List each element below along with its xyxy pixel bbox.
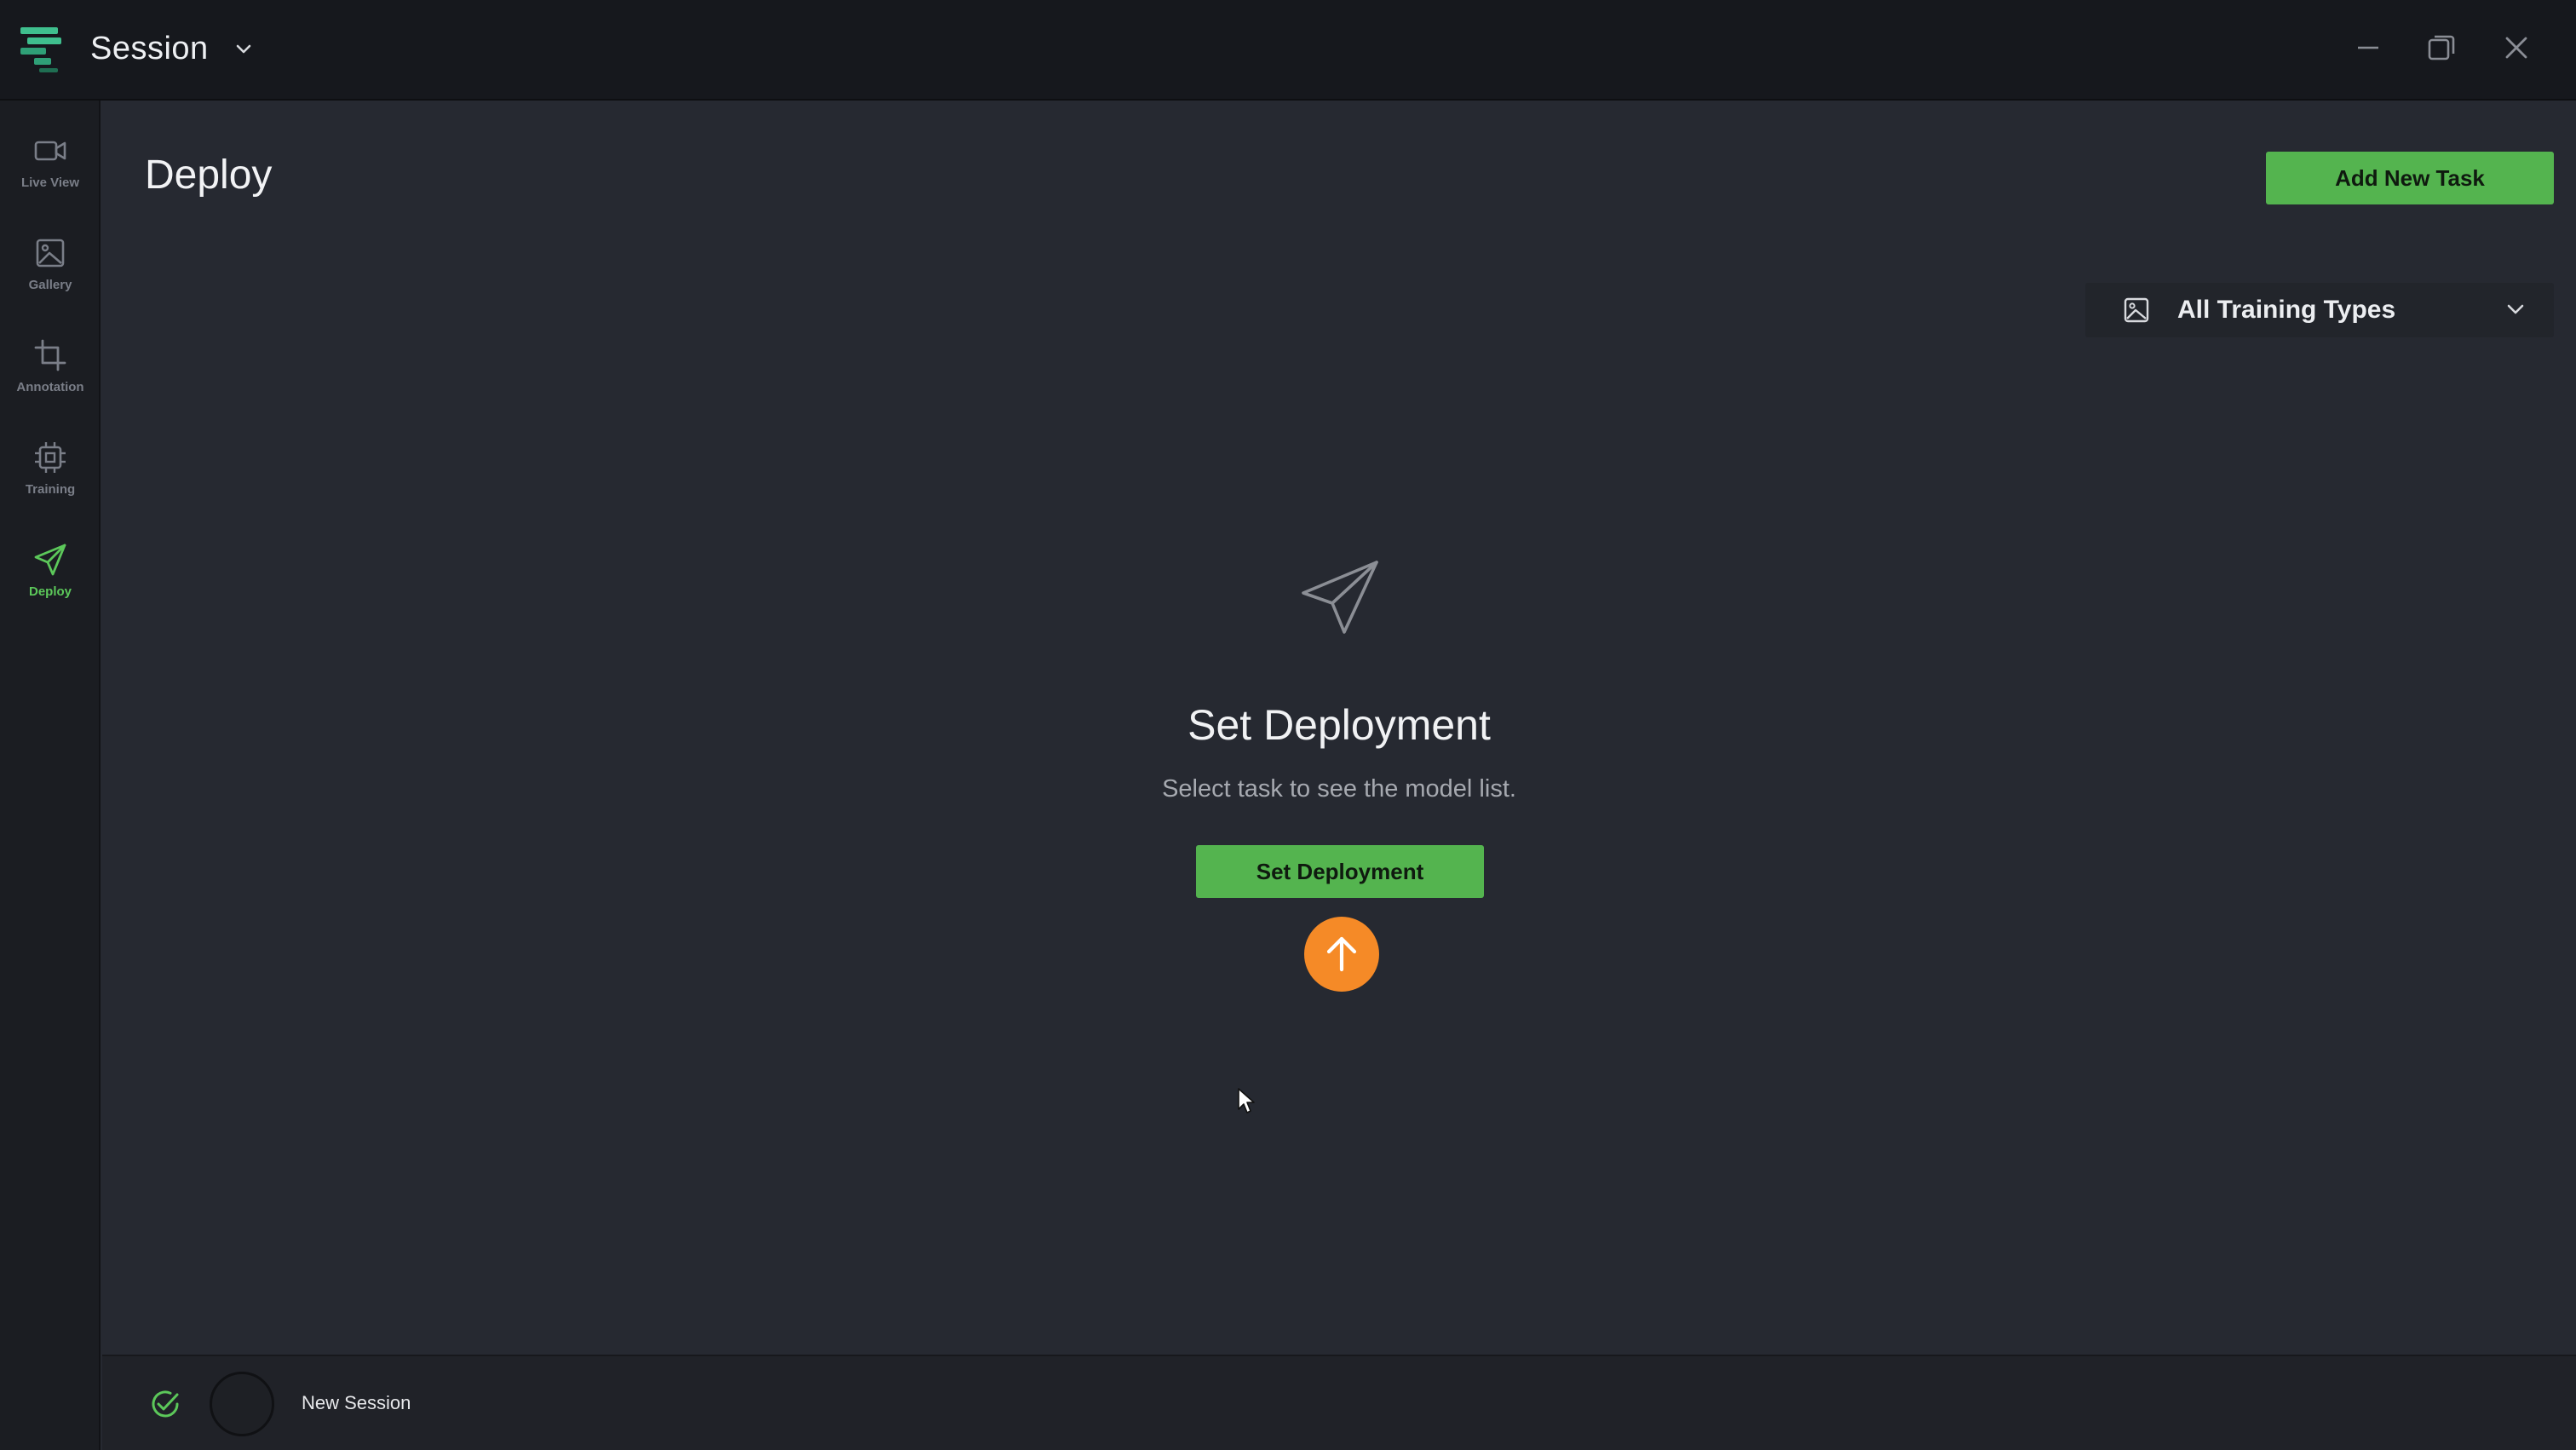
training-type-select[interactable]: All Training Types bbox=[2085, 283, 2554, 337]
sidebar-item-label: Deploy bbox=[28, 584, 72, 599]
image-icon bbox=[2124, 297, 2149, 323]
set-deployment-button[interactable]: Set Deployment bbox=[1196, 845, 1484, 898]
paper-plane-icon bbox=[1302, 561, 1378, 634]
arrow-up-icon bbox=[1326, 936, 1357, 972]
sidebar-item-label: Gallery bbox=[28, 278, 72, 292]
close-icon[interactable] bbox=[2498, 29, 2535, 66]
chevron-down-icon[interactable] bbox=[232, 37, 256, 61]
upload-button[interactable] bbox=[1304, 917, 1379, 992]
sidebar-item-annotation[interactable]: Annotation bbox=[0, 322, 101, 416]
empty-state-title: Set Deployment bbox=[1187, 701, 1491, 749]
video-camera-icon bbox=[34, 141, 66, 161]
sidebar-item-label: Training bbox=[25, 482, 76, 497]
mouse-cursor-icon bbox=[1238, 1088, 1255, 1113]
session-avatar[interactable] bbox=[210, 1372, 274, 1436]
sidebar-item-gallery[interactable]: Gallery bbox=[0, 220, 101, 314]
sidebar-item-deploy[interactable]: Deploy bbox=[0, 526, 101, 620]
app-logo-icon bbox=[20, 27, 61, 72]
restore-window-icon[interactable] bbox=[2423, 29, 2460, 66]
training-type-value: All Training Types bbox=[2177, 296, 2396, 324]
sidebar-item-live-view[interactable]: Live View bbox=[0, 118, 101, 211]
title-bar: Session bbox=[0, 0, 2576, 101]
empty-state-subtitle: Select task to see the model list. bbox=[1162, 775, 1516, 803]
paper-plane-icon bbox=[34, 544, 66, 576]
sidebar: Live View Gallery Annotation Training De… bbox=[0, 101, 101, 1450]
session-title[interactable]: Session bbox=[90, 31, 209, 67]
image-icon bbox=[36, 239, 65, 268]
crop-icon bbox=[34, 339, 66, 371]
sidebar-item-label: Live View bbox=[20, 175, 80, 190]
sidebar-item-training[interactable]: Training bbox=[0, 424, 101, 518]
add-new-task-button[interactable]: Add New Task bbox=[2266, 152, 2554, 204]
status-bar: New Session bbox=[102, 1355, 2576, 1450]
sidebar-item-label: Annotation bbox=[16, 380, 84, 394]
minimize-icon[interactable] bbox=[2349, 29, 2387, 66]
check-circle-icon bbox=[152, 1390, 179, 1418]
cpu-chip-icon bbox=[35, 442, 66, 473]
page-title: Deploy bbox=[145, 152, 273, 198]
session-name: New Session bbox=[302, 1392, 411, 1413]
chevron-down-icon bbox=[2507, 304, 2524, 314]
